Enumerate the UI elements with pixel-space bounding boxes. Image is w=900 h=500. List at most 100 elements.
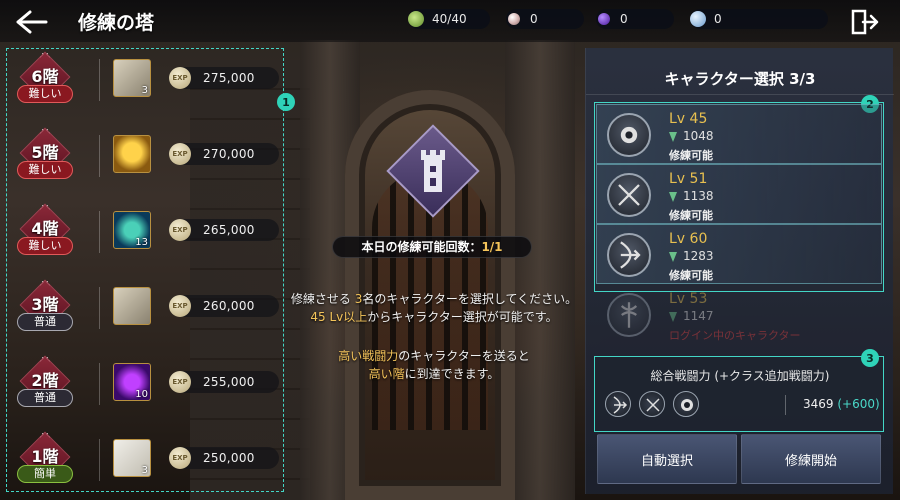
total-power-label: 総合戦闘力 (+クラス追加戦闘力) <box>650 369 830 383</box>
dual-blade-class-icon <box>607 173 651 217</box>
character-power: 1147 <box>683 309 714 323</box>
character-power: 1048 <box>683 129 714 143</box>
stamina-counter: 40/40 <box>408 9 490 29</box>
reward-item-count: 10 <box>135 389 148 400</box>
reward-item-icon[interactable]: 10 <box>113 363 151 401</box>
floor-label: 1階 <box>31 447 59 466</box>
class-icon-row <box>605 391 699 417</box>
exp-reward: EXP 255,000 <box>169 371 279 393</box>
exp-icon: EXP <box>169 371 191 393</box>
daily-count-value: 1/1 <box>481 240 503 254</box>
character-level: Lv 51 <box>669 171 708 187</box>
pearl-icon <box>508 13 520 25</box>
reward-item-icon[interactable] <box>113 135 151 173</box>
power-icon <box>669 312 677 322</box>
character-level: Lv 45 <box>669 111 708 127</box>
back-arrow-icon[interactable] <box>14 8 50 36</box>
floor-emblem: 4階 難しい <box>13 203 75 267</box>
beast-class-icon <box>673 391 699 417</box>
reward-item-count: 13 <box>135 237 148 248</box>
start-training-button[interactable]: 修練開始 <box>741 434 881 484</box>
difficulty-badge: 簡単 <box>17 465 73 483</box>
floor-emblem: 1階 簡単 <box>13 431 75 495</box>
reward-item-count: 3 <box>141 85 148 96</box>
daily-count-pill: 本日の修練可能回数：1/1 <box>332 236 532 258</box>
exp-value: 275,000 <box>203 71 255 85</box>
floor-divider <box>99 59 100 101</box>
total-divider <box>785 395 786 415</box>
hint-highlight: 高い階 <box>368 367 405 381</box>
character-status: ログイン中のキャラクター <box>669 329 801 342</box>
character-status: 修練可能 <box>669 269 713 282</box>
coin-counter: 0 <box>690 9 828 29</box>
floor-row[interactable]: 4階 難しい 13 EXP 265,000 <box>9 203 279 275</box>
total-power-value: 3469 (+600) <box>803 397 880 411</box>
hint-line-1: 高い戦闘力のキャラクターを送ると <box>278 347 590 365</box>
bow-class-icon <box>605 391 631 417</box>
exp-value: 255,000 <box>203 375 255 389</box>
exp-reward: EXP 250,000 <box>169 447 279 469</box>
pearl-counter: 0 <box>506 9 584 29</box>
floor-row[interactable]: 1階 簡単 3 EXP 250,000 <box>9 431 279 500</box>
instruction-line-1: 修練させる 3名のキャラクターを選択してください。 <box>278 290 590 308</box>
difficulty-badge: 難しい <box>17 161 73 179</box>
tower-icon <box>418 148 448 194</box>
floor-row[interactable]: 2階 普通 10 EXP 255,000 <box>9 355 279 427</box>
auto-select-button[interactable]: 自動選択 <box>597 434 737 484</box>
total-power-number: 3469 <box>803 397 834 411</box>
top-bar: 修練の塔 40/40 0 0 0 <box>0 0 900 42</box>
floor-row[interactable]: 6階 難しい 3 EXP 275,000 <box>9 51 279 123</box>
instruction-text: 名のキャラクターを選択してください。 <box>362 292 578 306</box>
floor-row[interactable]: 3階 普通 EXP 260,000 <box>9 279 279 351</box>
floor-row[interactable]: 5階 難しい EXP 270,000 <box>9 127 279 199</box>
exp-value: 250,000 <box>203 451 255 465</box>
exp-reward: EXP 265,000 <box>169 219 279 241</box>
power-icon <box>669 252 677 262</box>
exp-icon: EXP <box>169 295 191 317</box>
power-icon <box>669 132 677 142</box>
character-power: 1283 <box>683 249 714 263</box>
instruction-highlight: 45 Lv以上 <box>310 310 368 324</box>
annotation-marker-3: 3 <box>861 349 879 367</box>
floor-emblem: 5階 難しい <box>13 127 75 191</box>
floor-divider <box>99 211 100 253</box>
reward-item-icon[interactable]: 13 <box>113 211 151 249</box>
floor-emblem: 3階 普通 <box>13 279 75 343</box>
floor-divider <box>99 363 100 405</box>
character-status: 修練可能 <box>669 149 713 162</box>
floor-label: 2階 <box>31 371 59 390</box>
floor-emblem: 6階 難しい <box>13 51 75 115</box>
bow-class-icon <box>607 233 651 277</box>
reward-item-count: 3 <box>141 465 148 476</box>
pearl-value: 0 <box>530 12 538 26</box>
power-icon <box>669 192 677 202</box>
exp-value: 265,000 <box>203 223 255 237</box>
difficulty-badge: 普通 <box>17 389 73 407</box>
exp-value: 270,000 <box>203 147 255 161</box>
character-card[interactable]: Lv 53 1147 ログイン中のキャラクター <box>596 284 882 344</box>
character-select-panel: キャラクター選択 3/3 2 Lv 45 1048 修練可能 Lv 51 113… <box>585 48 894 494</box>
exp-reward: EXP 270,000 <box>169 143 279 165</box>
exp-icon: EXP <box>169 143 191 165</box>
difficulty-badge: 難しい <box>17 237 73 255</box>
character-power: 1138 <box>683 189 714 203</box>
character-card[interactable]: Lv 45 1048 修練可能 <box>596 104 882 164</box>
floor-label: 5階 <box>31 143 59 162</box>
class-bonus-value: (+600) <box>837 397 880 411</box>
exp-reward: EXP 260,000 <box>169 295 279 317</box>
reward-item-icon[interactable] <box>113 287 151 325</box>
character-level: Lv 53 <box>669 291 708 307</box>
instruction-text: からキャラクター選択が可能です。 <box>367 310 558 324</box>
total-power-box: 3 総合戦闘力 (+クラス追加戦闘力) 3469 (+600) <box>594 349 884 432</box>
floor-divider <box>99 135 100 177</box>
reward-item-icon[interactable]: 3 <box>113 439 151 477</box>
orb-icon <box>598 13 610 25</box>
floor-divider <box>99 287 100 329</box>
stamina-icon <box>408 11 424 27</box>
exit-door-icon[interactable] <box>850 8 880 36</box>
character-status: 修練可能 <box>669 209 713 222</box>
character-card[interactable]: Lv 60 1283 修練可能 <box>596 224 882 284</box>
reward-item-icon[interactable]: 3 <box>113 59 151 97</box>
character-card[interactable]: Lv 51 1138 修練可能 <box>596 164 882 224</box>
gate-pillar-right <box>505 40 575 500</box>
